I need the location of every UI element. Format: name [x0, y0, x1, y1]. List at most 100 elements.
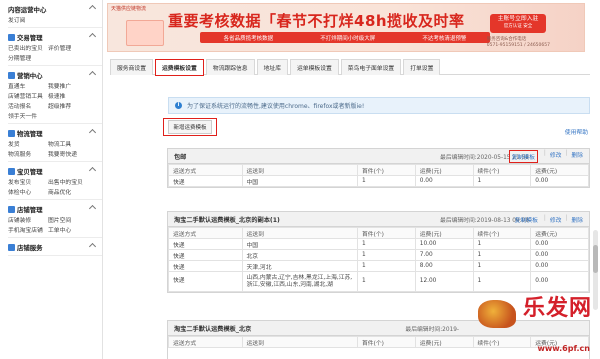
scrollbar-thumb[interactable] [593, 245, 598, 273]
cell: 8.00 [414, 260, 474, 272]
sidebar-link[interactable]: 发货 [8, 139, 48, 148]
cell: 0.00 [530, 260, 589, 272]
table-row: 快递 中国 1 0.00 1 0.00 [168, 175, 589, 187]
banner-cta-button[interactable]: 主账号立即入驻 官方认证 安全 [490, 14, 546, 33]
sidebar-section: 交易管理 已卖出的宝贝 评价管理 分期管理 [0, 28, 102, 66]
sidebar-link[interactable]: 图片空间 [48, 215, 88, 224]
section-icon [8, 243, 15, 251]
section-icon [8, 205, 15, 213]
banner-point: 不达考核清退预警 [422, 35, 467, 42]
sidebar-section-header[interactable]: 店铺管理 [8, 204, 102, 214]
sidebar-link[interactable]: 体检中心 [8, 187, 48, 196]
sidebar-link[interactable]: 评价管理 [48, 43, 88, 52]
chevron-up-icon[interactable] [88, 70, 97, 79]
cell: 快递 [168, 175, 243, 187]
banner-point: 不打烊期间小时级大屏 [320, 35, 376, 42]
sidebar-section-header[interactable]: 店铺服务 [8, 242, 102, 252]
sidebar-link[interactable]: 商品优化 [48, 187, 88, 196]
sidebar-link[interactable]: 发布宝贝 [8, 177, 48, 186]
table-row: 快递 天津,河北 1 8.00 1 0.00 [168, 260, 589, 272]
chevron-up-icon[interactable] [88, 32, 97, 41]
new-template-button-highlight: 新增运费模板 [163, 118, 217, 136]
sidebar-section-title: 宝贝管理 [17, 167, 43, 176]
sidebar-row: 活动报名 超级推荐 [8, 100, 102, 110]
col-header: 首件(个) [357, 336, 416, 348]
sidebar-section: 店铺服务 [0, 238, 102, 256]
cell: 快递 [168, 260, 243, 272]
sidebar-link[interactable]: 店铺装修 [8, 215, 48, 224]
col-header: 运费(元) [414, 336, 474, 348]
cell: 1 [357, 271, 416, 292]
tab-3[interactable]: 地址库 [256, 59, 288, 75]
promo-banner[interactable]: 天猫供应链物流 重要考核数据「春节不打烊48h揽收及时率 各省品质揽考核数据 不… [107, 3, 585, 52]
sidebar-section: 物流管理 发货 物流工具 物流服务 我要寄快递 [0, 124, 102, 162]
sidebar-section: 营销中心 直通车 我要推广 店铺营销工具 极速推 活动报名 超级推荐 领手天一件 [0, 66, 102, 124]
table-header-row: 运送方式 运送到 首件(个) 运费(元) 续件(个) 运费(元) [168, 227, 589, 239]
sidebar-link[interactable]: 店铺营销工具 [8, 91, 48, 100]
sidebar-section-header[interactable]: 交易管理 [8, 32, 102, 42]
sidebar-link[interactable]: 活动报名 [8, 101, 48, 110]
sidebar-link[interactable]: 发订阅 [8, 15, 48, 24]
tab-1[interactable]: 运费模板设置 [155, 59, 204, 76]
banner-point: 各省品质揽考核数据 [223, 35, 274, 42]
edit-template-link[interactable]: 修改 [550, 150, 562, 163]
template-header: 包邮 最后编辑时间:2020-05-15 21:58 复制模板 | 修改 | 删… [168, 149, 589, 164]
sidebar-link[interactable]: 已卖出的宝贝 [8, 43, 48, 52]
sidebar-row: 发货 物流工具 [8, 138, 102, 148]
cell: 快递 [168, 238, 243, 250]
help-link[interactable]: 使用帮助 [565, 127, 588, 136]
sidebar-row: 发订阅 [8, 14, 102, 24]
sidebar-section: 内容运营中心 发订阅 [0, 0, 102, 28]
sidebar-section-header[interactable]: 营销中心 [8, 70, 102, 80]
col-header: 运费(元) [530, 227, 589, 239]
chevron-up-icon[interactable] [88, 204, 97, 213]
col-header: 运费(元) [530, 164, 589, 176]
new-template-button[interactable]: 新增运费模板 [168, 120, 212, 134]
edit-template-link[interactable]: 修改 [550, 215, 562, 224]
sidebar-row: 领手天一件 [8, 110, 102, 120]
cell: 1 [357, 238, 416, 250]
chevron-up-icon[interactable] [88, 242, 97, 251]
page: 内容运营中心 发订阅 交易管理 已卖出的宝贝 评价管理 分期管理 营销中心 直通车 我要推广 店铺… [0, 0, 600, 359]
tab-6[interactable]: 打单设置 [403, 59, 441, 75]
sidebar-link[interactable]: 出售中的宝贝 [48, 177, 88, 186]
cell: 1 [472, 249, 532, 261]
cell: 天津,河北 [241, 260, 358, 272]
cell: 10.00 [414, 238, 474, 250]
copy-template-link[interactable]: 复制模板 [508, 149, 538, 163]
copy-template-link[interactable]: 复制模板 [515, 215, 538, 224]
sidebar-link[interactable]: 工单中心 [48, 225, 88, 234]
sidebar-link[interactable]: 领手天一件 [8, 111, 48, 120]
sidebar-section-title: 店铺管理 [17, 205, 43, 214]
sidebar-row: 物流服务 我要寄快递 [8, 148, 102, 158]
tab-4[interactable]: 运单模板设置 [290, 59, 339, 75]
sidebar-link[interactable]: 我要寄快递 [48, 149, 88, 158]
delete-template-link[interactable]: 删除 [571, 150, 583, 163]
chevron-up-icon[interactable] [88, 166, 97, 175]
sidebar-section-title: 营销中心 [17, 71, 43, 80]
tab-2[interactable]: 物流跟踪信息 [205, 59, 255, 75]
sidebar-section-header[interactable]: 内容运营中心 [8, 4, 102, 14]
section-icon [8, 33, 15, 41]
template-name: 包邮 [174, 153, 187, 161]
sidebar-link[interactable]: 物流工具 [48, 139, 88, 148]
sidebar-section-header[interactable]: 宝贝管理 [8, 166, 102, 176]
sidebar-link[interactable]: 物流服务 [8, 149, 48, 158]
browser-notice: i 为了保证系统运行的流畅性,建议使用chrome、firefox或者新版ie! [168, 97, 590, 114]
sidebar-section-header[interactable]: 物流管理 [8, 128, 102, 138]
sidebar-link[interactable]: 极速推 [48, 91, 88, 100]
chevron-up-icon[interactable] [88, 128, 97, 137]
cell: 1 [357, 260, 416, 272]
cell: 1 [357, 249, 416, 261]
chevron-up-icon[interactable] [88, 4, 97, 13]
section-icon [8, 167, 15, 175]
sidebar-link[interactable]: 我要推广 [48, 81, 88, 90]
delete-template-link[interactable]: 删除 [571, 215, 583, 224]
col-header: 运送到 [241, 164, 358, 176]
tab-0[interactable]: 服务商设置 [110, 59, 153, 75]
sidebar-link[interactable]: 分期管理 [8, 53, 48, 62]
tab-5[interactable]: 菜鸟电子面单设置 [340, 59, 402, 75]
sidebar-link[interactable]: 直通车 [8, 81, 48, 90]
sidebar-link[interactable]: 手机淘宝店铺 [8, 225, 48, 234]
sidebar-link[interactable]: 超级推荐 [48, 101, 88, 110]
